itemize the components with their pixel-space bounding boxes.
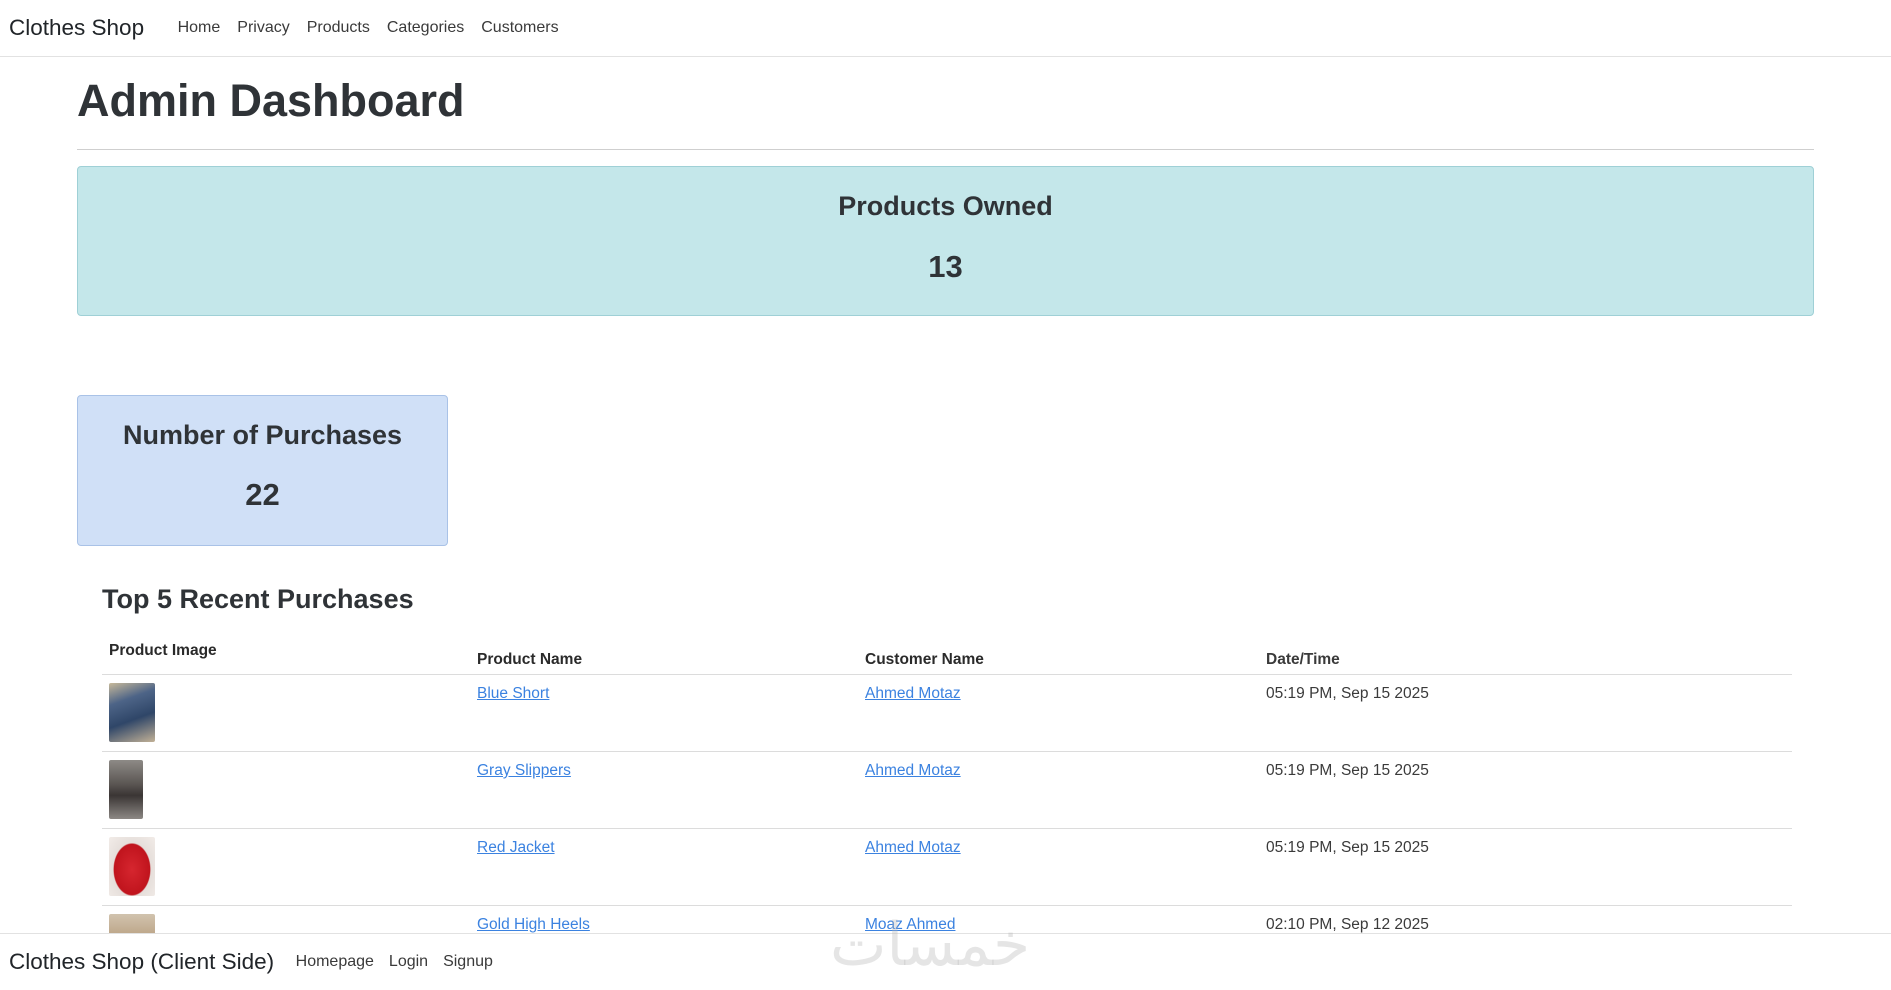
top-nav-links: Home Privacy Products Categories Custome… xyxy=(169,19,567,37)
blue-short-image xyxy=(109,683,155,742)
customer-name-link[interactable]: Ahmed Motaz xyxy=(865,839,961,857)
table-row: Gray Slippers Ahmed Motaz 05:19 PM, Sep … xyxy=(102,752,1792,829)
client-navbar: Clothes Shop (Client Side) Homepage Logi… xyxy=(0,933,1891,990)
header-datetime: Date/Time xyxy=(1266,651,1340,668)
purchases-value: 22 xyxy=(245,477,280,512)
purchase-datetime: 02:10 PM, Sep 12 2025 xyxy=(1266,916,1429,933)
nav-privacy-link[interactable]: Privacy xyxy=(229,19,298,37)
table-row: Blue Short Ahmed Motaz 05:19 PM, Sep 15 … xyxy=(102,675,1792,752)
header-customer-name: Customer Name xyxy=(865,651,984,668)
products-owned-value: 13 xyxy=(928,249,963,284)
page-title: Admin Dashboard xyxy=(77,75,465,126)
nav-signup-link[interactable]: Signup xyxy=(436,953,501,971)
product-name-link[interactable]: Gold High Heels xyxy=(477,916,590,934)
nav-customers-link[interactable]: Customers xyxy=(473,19,567,37)
customer-name-link[interactable]: Moaz Ahmed xyxy=(865,916,955,934)
customer-name-link[interactable]: Ahmed Motaz xyxy=(865,685,961,703)
purchases-card: Number of Purchases 22 xyxy=(77,395,448,546)
purchase-datetime: 05:19 PM, Sep 15 2025 xyxy=(1266,839,1429,856)
recent-purchases-table: Product Image Product Name Customer Name… xyxy=(102,634,1792,983)
product-image-cell xyxy=(109,837,155,896)
table-header: Product Image Product Name Customer Name… xyxy=(102,634,1792,675)
header-product-name: Product Name xyxy=(477,651,583,668)
nav-home-link[interactable]: Home xyxy=(169,19,229,37)
table-row: Red Jacket Ahmed Motaz 05:19 PM, Sep 15 … xyxy=(102,829,1792,906)
product-name-link[interactable]: Red Jacket xyxy=(477,839,555,857)
purchase-datetime: 05:19 PM, Sep 15 2025 xyxy=(1266,685,1429,702)
product-name-link[interactable]: Gray Slippers xyxy=(477,762,571,780)
brand-link[interactable]: Clothes Shop xyxy=(9,15,144,41)
nav-products-link[interactable]: Products xyxy=(298,19,378,37)
header-product-image: Product Image xyxy=(109,642,217,659)
nav-categories-link[interactable]: Categories xyxy=(378,19,472,37)
products-owned-label: Products Owned xyxy=(838,191,1053,221)
red-jacket-image xyxy=(109,837,155,896)
main-content: Admin Dashboard Products Owned 13 Number… xyxy=(77,57,1814,983)
product-name-link[interactable]: Blue Short xyxy=(477,685,549,703)
product-image-cell xyxy=(109,760,143,819)
title-divider xyxy=(77,149,1814,150)
nav-homepage-link[interactable]: Homepage xyxy=(288,953,381,971)
products-owned-card: Products Owned 13 xyxy=(77,166,1814,316)
recent-purchases-title: Top 5 Recent Purchases xyxy=(102,584,414,614)
purchases-label: Number of Purchases xyxy=(122,420,403,450)
client-brand-link[interactable]: Clothes Shop (Client Side) xyxy=(9,949,274,975)
product-image-cell xyxy=(109,683,155,742)
purchase-datetime: 05:19 PM, Sep 15 2025 xyxy=(1266,762,1429,779)
top-navbar: Clothes Shop Home Privacy Products Categ… xyxy=(0,0,1891,57)
client-nav-links: Homepage Login Signup xyxy=(288,953,500,971)
nav-login-link[interactable]: Login xyxy=(381,953,435,971)
customer-name-link[interactable]: Ahmed Motaz xyxy=(865,762,961,780)
gray-slippers-image xyxy=(109,760,143,819)
